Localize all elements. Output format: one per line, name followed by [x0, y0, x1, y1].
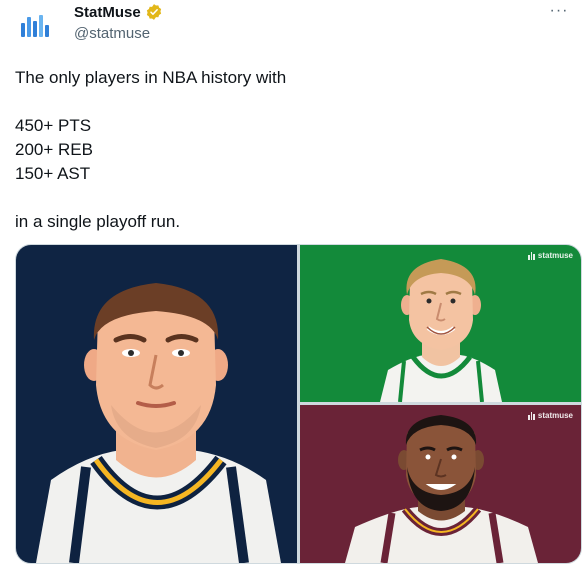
- media-image-left[interactable]: [16, 245, 297, 563]
- player-illustration-top-right: [380, 259, 502, 402]
- watermark-text: statmuse: [537, 251, 573, 260]
- statmuse-watermark: statmuse: [528, 251, 573, 260]
- tweet-text-line: 200+ REB: [15, 140, 93, 159]
- watermark-text: statmuse: [537, 411, 573, 420]
- media-grid: statmuse statmuse: [15, 244, 582, 564]
- tweet-text-line: 150+ AST: [15, 164, 91, 183]
- tweet-text-line: The only players in NBA history with: [15, 68, 287, 87]
- tweet-text-line: 450+ PTS: [15, 116, 92, 135]
- tweet-text: The only players in NBA history with 450…: [15, 66, 565, 234]
- more-options-icon[interactable]: ···: [547, 0, 571, 22]
- watermark-logo-icon: [528, 411, 535, 420]
- player-illustration-left: [36, 283, 281, 563]
- media-image-bottom-right[interactable]: statmuse: [300, 405, 581, 563]
- author-handle[interactable]: @statmuse: [74, 25, 163, 42]
- tweet-text-line: in a single playoff run.: [15, 212, 181, 231]
- player-illustration-bottom-right: [345, 415, 538, 563]
- watermark-logo-icon: [528, 251, 535, 260]
- statmuse-logo-icon: [21, 15, 49, 37]
- tweet-card: StatMuse @statmuse ··· The only players …: [0, 0, 583, 564]
- author-avatar[interactable]: [14, 4, 60, 50]
- statmuse-watermark: statmuse: [528, 411, 573, 420]
- author-block: StatMuse @statmuse: [74, 2, 163, 42]
- author-name[interactable]: StatMuse: [74, 4, 141, 21]
- media-image-top-right[interactable]: statmuse: [300, 245, 581, 402]
- verified-badge-icon[interactable]: [145, 3, 163, 21]
